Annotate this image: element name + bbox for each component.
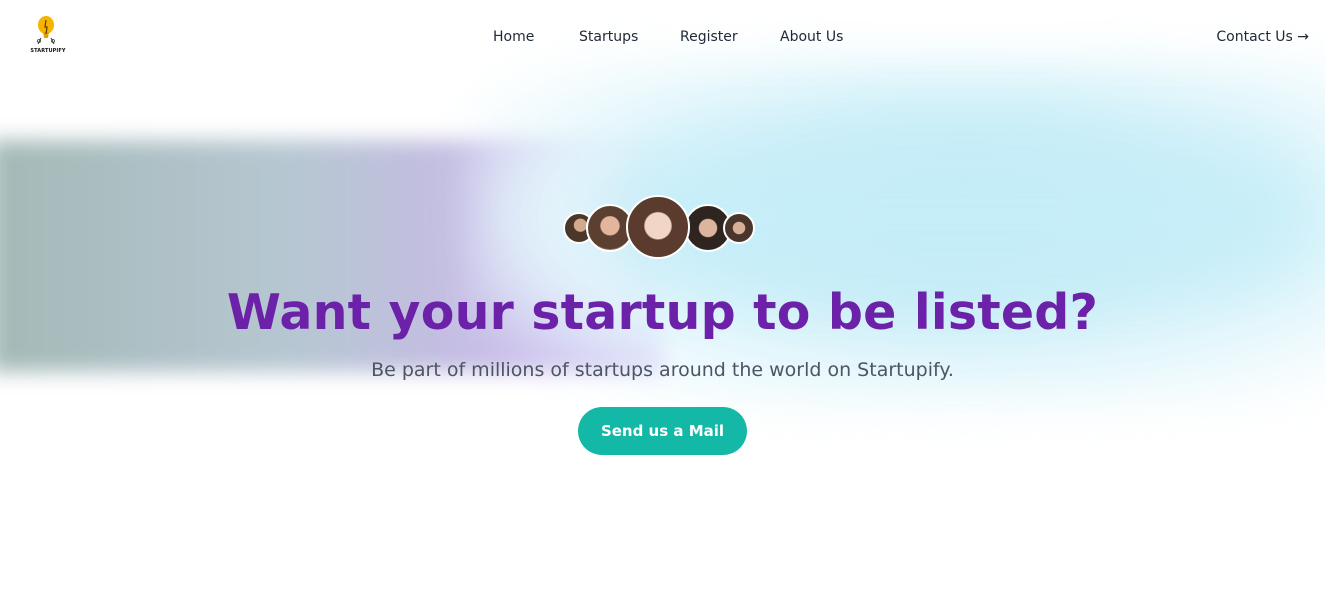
page: STARTUPIFY Home Startups Register About … [0, 0, 1325, 600]
nav-link-about-us[interactable]: About Us [780, 29, 843, 45]
lightbulb-icon [37, 16, 55, 45]
logo-link[interactable]: STARTUPIFY [29, 14, 67, 56]
site-header: STARTUPIFY Home Startups Register About … [0, 0, 1325, 74]
avatar-group [562, 195, 763, 261]
hero-subtext: Be part of millions of startups around t… [371, 359, 954, 381]
hero-section: Want your startup to be listed? Be part … [0, 195, 1325, 455]
avatar [625, 195, 690, 259]
hero-headline: Want your startup to be listed? [226, 284, 1099, 341]
nav-link-startups[interactable]: Startups [579, 29, 638, 45]
avatar [722, 212, 755, 244]
nav-link-home[interactable]: Home [493, 29, 534, 45]
nav-link-register[interactable]: Register [680, 29, 738, 45]
send-mail-button[interactable]: Send us a Mail [578, 407, 747, 455]
contact-us-link[interactable]: Contact Us → [1216, 29, 1309, 45]
logo-text: STARTUPIFY [30, 48, 66, 54]
